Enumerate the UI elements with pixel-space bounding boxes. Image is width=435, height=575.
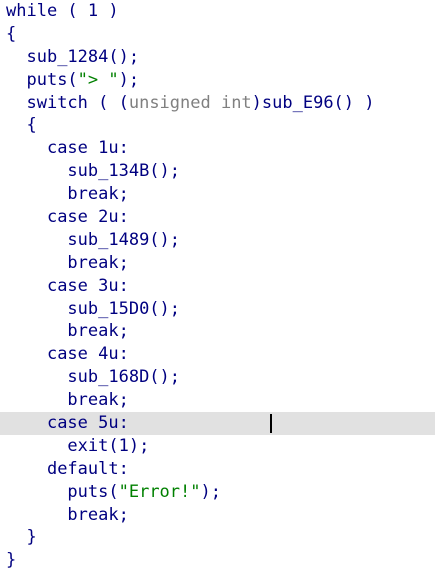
- code-token-punct: );: [118, 69, 140, 90]
- code-token-call: puts(: [67, 481, 119, 502]
- code-line[interactable]: puts("> ");: [0, 69, 435, 92]
- code-line[interactable]: sub_134B();: [0, 160, 435, 183]
- code-token-call: sub_168D();: [67, 367, 181, 388]
- code-line[interactable]: puts("Error!");: [0, 481, 435, 504]
- code-line[interactable]: }: [0, 549, 435, 572]
- code-token-kw: case 3u:: [46, 275, 129, 296]
- code-line[interactable]: default:: [0, 458, 435, 481]
- code-line[interactable]: sub_1284();: [0, 46, 435, 69]
- code-token-kw: break;: [67, 321, 129, 342]
- code-line[interactable]: }: [0, 526, 435, 549]
- code-line[interactable]: while ( 1 ): [0, 0, 435, 23]
- code-line[interactable]: case 3u:: [0, 275, 435, 298]
- code-line[interactable]: sub_1489();: [0, 229, 435, 252]
- code-line[interactable]: break;: [0, 504, 435, 527]
- code-line[interactable]: break;: [0, 183, 435, 206]
- code-token-kw: default:: [46, 458, 129, 479]
- code-line[interactable]: case 4u:: [0, 343, 435, 366]
- code-line[interactable]: case 1u:: [0, 137, 435, 160]
- code-token-kw: switch ( (: [26, 92, 129, 113]
- code-token-punct: );: [200, 481, 221, 502]
- code-token-punct: }: [6, 550, 17, 571]
- code-token-kw: case 1u:: [46, 138, 129, 159]
- code-token-kw: break;: [67, 504, 129, 525]
- code-line[interactable]: break;: [0, 389, 435, 412]
- code-line[interactable]: case 2u:: [0, 206, 435, 229]
- code-token-call: puts(: [26, 69, 78, 90]
- text-cursor: [270, 414, 272, 434]
- code-token-kw: break;: [67, 390, 129, 411]
- code-line[interactable]: break;: [0, 252, 435, 275]
- code-token-call: exit(1);: [67, 435, 150, 456]
- code-token-kw: while ( 1 ): [6, 1, 119, 21]
- code-token-kw: break;: [67, 252, 129, 273]
- code-token-punct: }: [26, 527, 37, 548]
- code-token-kw: case 5u:: [46, 413, 129, 434]
- code-line[interactable]: sub_15D0();: [0, 298, 435, 321]
- code-line[interactable]: {: [0, 114, 435, 137]
- code-token-call: sub_1489();: [67, 229, 181, 250]
- code-token-type: unsigned int: [128, 92, 252, 113]
- code-token-call: sub_134B();: [67, 161, 181, 182]
- code-token-str: "Error!": [118, 481, 201, 502]
- code-token-kw: case 4u:: [46, 344, 129, 365]
- code-line[interactable]: exit(1);: [0, 435, 435, 458]
- code-token-kw: case 2u:: [46, 207, 129, 228]
- code-line[interactable]: {: [0, 23, 435, 46]
- pseudocode-view[interactable]: while ( 1 ){ sub_1284(); puts("> "); swi…: [0, 0, 435, 575]
- code-token-punct: {: [26, 115, 37, 136]
- code-line-current[interactable]: case 5u:: [0, 412, 435, 435]
- code-token-str: "> ": [77, 69, 119, 90]
- code-token-call: )sub_E96() ): [251, 92, 375, 113]
- code-token-call: sub_1284();: [26, 46, 140, 67]
- code-token-call: sub_15D0();: [67, 298, 181, 319]
- code-line[interactable]: switch ( (unsigned int)sub_E96() ): [0, 92, 435, 115]
- code-token-kw: break;: [67, 184, 129, 205]
- code-token-punct: {: [6, 23, 17, 44]
- code-line[interactable]: break;: [0, 320, 435, 343]
- code-line[interactable]: sub_168D();: [0, 366, 435, 389]
